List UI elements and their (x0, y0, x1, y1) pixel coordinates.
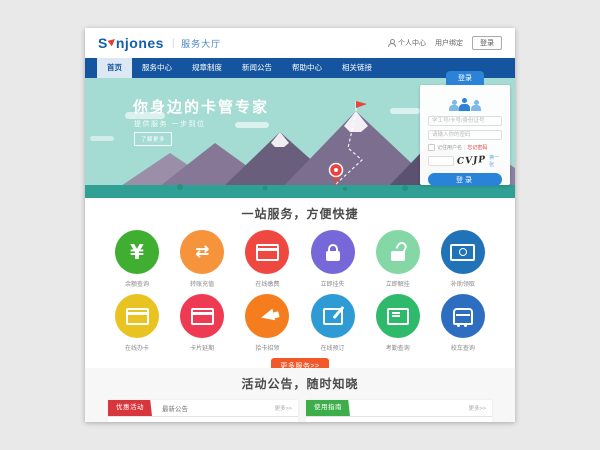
service-label: 立即解挂 (386, 279, 410, 288)
lock-icon[interactable] (311, 230, 355, 274)
captcha-image[interactable]: CVJP (457, 155, 487, 167)
guide-panel: 使用指南 更多>> (306, 400, 492, 422)
service-item-online-booking[interactable]: 在线预订 (305, 294, 361, 352)
group-person-right (471, 105, 481, 111)
user-binding-label: 用户绑定 (435, 38, 463, 48)
browser-page: S njones | 服务大厅 个人中心 用户绑定 登录 首页 服务中心 (85, 28, 515, 422)
captcha-row: CVJP 换一张 (428, 154, 502, 168)
personal-center-label: 个人中心 (398, 38, 426, 48)
forgot-password-link[interactable]: 忘记密码 (467, 144, 487, 151)
services-section: 一站服务，方便快捷 余额查询 转账充值 在线缴费 立即挂失 (85, 198, 515, 368)
group-person-center (459, 104, 470, 111)
captcha-input[interactable] (428, 156, 454, 166)
nav-item-service-center[interactable]: 服务中心 (132, 58, 182, 78)
username-input[interactable] (428, 116, 502, 126)
logo-divider: | (172, 38, 175, 49)
captcha-refresh-link[interactable]: 换一张 (489, 154, 502, 168)
guide-panel-body (306, 417, 492, 422)
service-item-unfreeze[interactable]: 立即解挂 (370, 230, 426, 288)
services-title: 一站服务，方便快捷 (85, 205, 515, 222)
more-activities-link[interactable]: 更多>> (275, 404, 292, 412)
row-separator: | (464, 145, 465, 151)
edit-pencil-icon[interactable] (311, 294, 355, 338)
nav-item-help-center[interactable]: 帮助中心 (282, 58, 332, 78)
users-group-icon (447, 92, 483, 111)
service-label: 在线办卡 (125, 343, 149, 352)
service-item-subsidy[interactable]: 补助领取 (435, 230, 491, 288)
nav-item-news[interactable]: 新闻公告 (232, 58, 282, 78)
unlock-icon[interactable] (376, 230, 420, 274)
logo-text-left: S (98, 35, 108, 51)
service-item-lost-found[interactable]: 拾卡招领 (239, 294, 295, 352)
service-label: 卡片延期 (190, 343, 214, 352)
service-label: 校车查询 (451, 343, 475, 352)
site-subtitle: 服务大厅 (181, 37, 221, 50)
activities-panel-body (108, 417, 298, 422)
logo-text-right: njones (116, 35, 164, 51)
service-item-transfer[interactable]: 转账充值 (174, 230, 230, 288)
announcements-title: 活动公告，随时知晓 (85, 375, 515, 392)
more-guides-link[interactable]: 更多>> (469, 404, 486, 412)
login-submit-button[interactable]: 登录 (428, 173, 502, 186)
announcements-section: 活动公告，随时知晓 优惠活动 最新公告 更多>> 使用指南 更多>> (85, 368, 515, 422)
service-item-card-extension[interactable]: 卡片延期 (174, 294, 230, 352)
service-label: 余额查询 (125, 279, 149, 288)
services-row-1: 余额查询 转账充值 在线缴费 立即挂失 立即解挂 (85, 230, 515, 288)
service-label: 在线缴费 (255, 279, 279, 288)
site-header: S njones | 服务大厅 个人中心 用户绑定 登录 (85, 28, 515, 58)
header-login-button[interactable]: 登录 (472, 36, 502, 50)
login-tab[interactable]: 登录 (446, 71, 484, 85)
personal-center-link[interactable]: 个人中心 (388, 38, 426, 48)
announcements-panels: 优惠活动 最新公告 更多>> 使用指南 更多>> (85, 400, 515, 422)
yen-icon[interactable] (115, 230, 159, 274)
nav-item-regulations[interactable]: 规章制度 (182, 58, 232, 78)
password-input[interactable] (428, 130, 502, 140)
hero-subtitle: 提供服务 一步到位 (134, 119, 205, 129)
service-label: 在线预订 (321, 343, 345, 352)
transfer-arrows-icon[interactable] (180, 230, 224, 274)
service-item-balance[interactable]: 余额查询 (109, 230, 165, 288)
hero-cta-button[interactable]: 了解更多 (134, 132, 172, 146)
services-row-2: 在线办卡 卡片延期 拾卡招领 在线预订 考勤查询 (85, 294, 515, 352)
tab-user-guide[interactable]: 使用指南 (306, 400, 350, 416)
group-person-left (449, 105, 459, 111)
service-item-online-card[interactable]: 在线办卡 (109, 294, 165, 352)
bank-card-icon[interactable] (180, 294, 224, 338)
user-icon (388, 39, 396, 47)
service-item-online-payment[interactable]: 在线缴费 (239, 230, 295, 288)
activities-panel-tabs: 优惠活动 最新公告 更多>> (108, 400, 298, 417)
service-item-report-loss[interactable]: 立即挂失 (305, 230, 361, 288)
remember-checkbox[interactable] (428, 144, 435, 151)
service-label: 立即挂失 (321, 279, 345, 288)
banknote-icon[interactable] (441, 230, 485, 274)
service-label: 拾卡招领 (255, 343, 279, 352)
remember-row: 记住用户名 | 忘记密码 (428, 144, 502, 151)
list-icon[interactable] (376, 294, 420, 338)
nav-item-home[interactable]: 首页 (97, 58, 132, 78)
megaphone-icon[interactable] (245, 294, 289, 338)
tab-promotions[interactable]: 优惠活动 (108, 400, 152, 416)
login-panel: 记住用户名 | 忘记密码 CVJP 换一张 登录 (420, 85, 510, 185)
service-label: 补助领取 (451, 279, 475, 288)
activities-panel: 优惠活动 最新公告 更多>> (108, 400, 298, 422)
service-label: 考勤查询 (386, 343, 410, 352)
bus-icon[interactable] (441, 294, 485, 338)
service-label: 转账充值 (190, 279, 214, 288)
service-item-school-bus[interactable]: 校车查询 (435, 294, 491, 352)
nav-item-related-links[interactable]: 相关链接 (332, 58, 382, 78)
bank-card-icon[interactable] (245, 230, 289, 274)
header-user-area: 个人中心 用户绑定 登录 (388, 36, 502, 50)
user-binding-link[interactable]: 用户绑定 (435, 38, 463, 48)
guide-panel-tabs: 使用指南 更多>> (306, 400, 492, 417)
hero-title: 你身边的卡管专家 (133, 96, 269, 117)
bank-card-icon[interactable] (115, 294, 159, 338)
remember-label: 记住用户名 (437, 144, 462, 151)
tab-latest-announcements[interactable]: 最新公告 (162, 403, 188, 413)
service-item-attendance[interactable]: 考勤查询 (370, 294, 426, 352)
desktop-background: S njones | 服务大厅 个人中心 用户绑定 登录 首页 服务中心 (0, 0, 600, 450)
site-logo[interactable]: S njones | 服务大厅 (98, 35, 221, 51)
